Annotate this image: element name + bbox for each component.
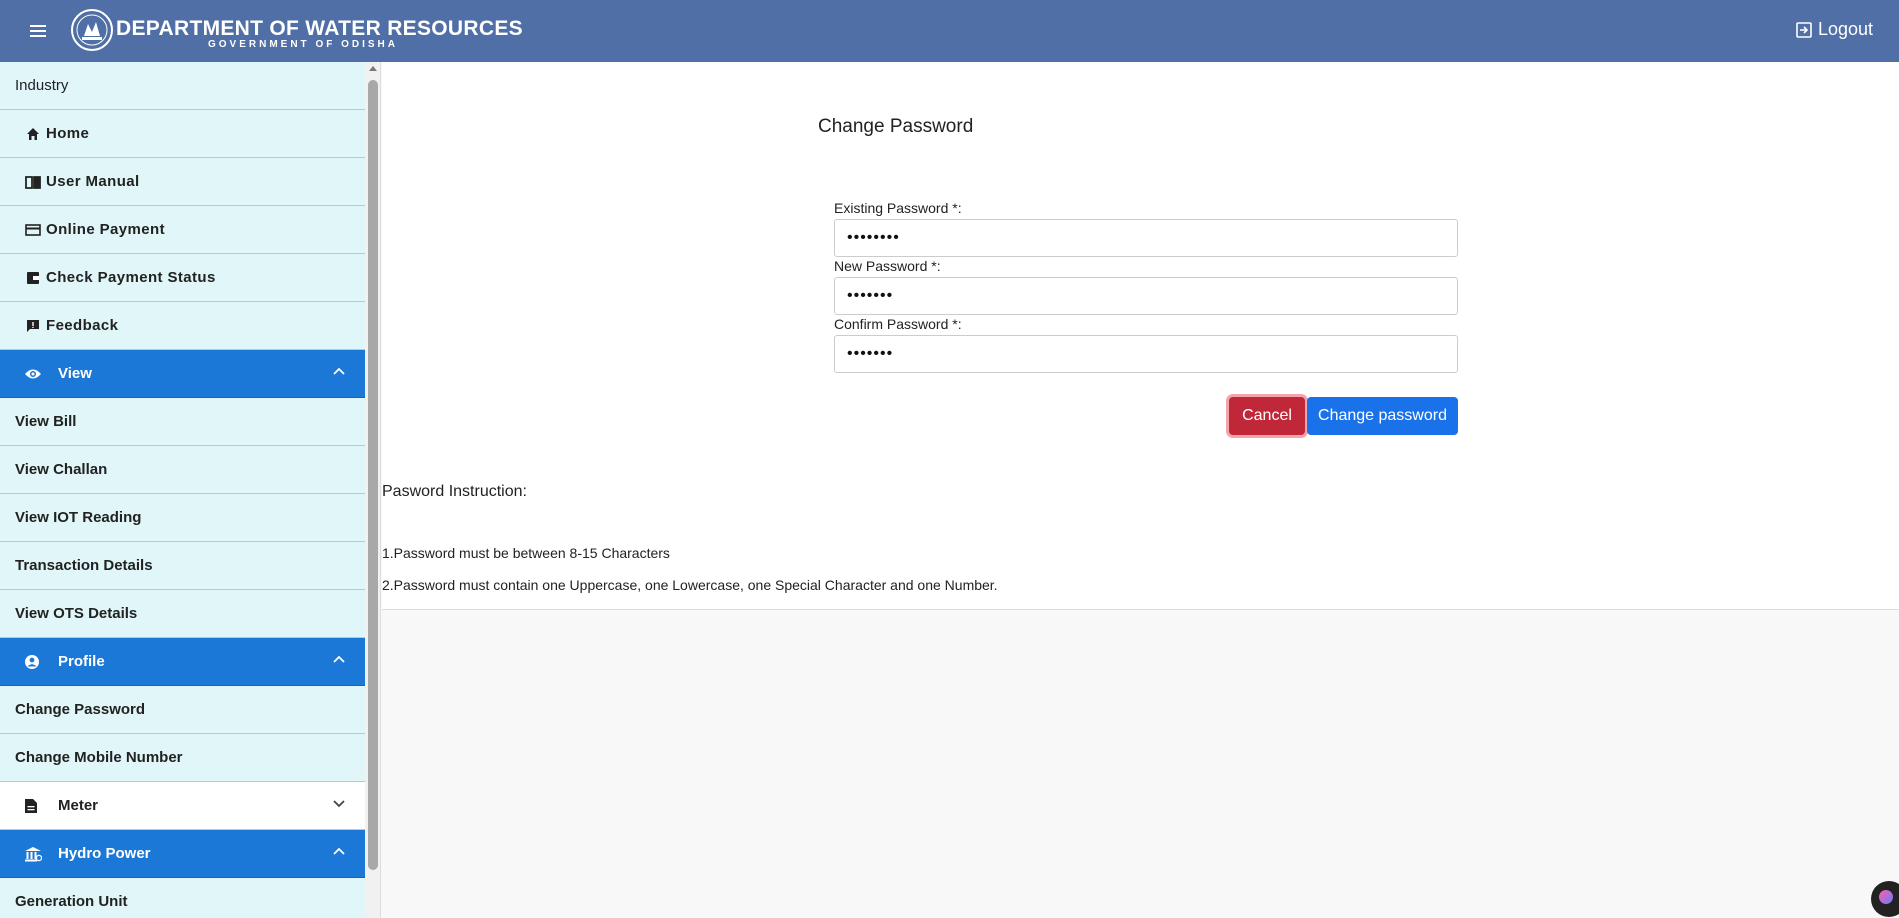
existing-password-label: Existing Password *: — [834, 200, 962, 216]
sidebar-item-generation-unit[interactable]: Generation Unit — [0, 878, 365, 918]
sidebar-item-view-bill[interactable]: View Bill — [0, 398, 365, 446]
sidebar-item-label: Industry — [15, 77, 69, 94]
logout-button[interactable]: Logout — [1796, 19, 1873, 40]
sidebar-item-label: User Manual — [46, 173, 140, 190]
bank-icon — [24, 845, 42, 863]
sidebar-item-view-iot-reading[interactable]: View IOT Reading — [0, 494, 365, 542]
sidebar-item-user-manual[interactable]: User Manual — [0, 158, 365, 206]
chevron-up-icon — [333, 847, 345, 855]
sidebar-item-industry[interactable]: Industry — [0, 62, 365, 110]
sidebar-item-view-ots-details[interactable]: View OTS Details — [0, 590, 365, 638]
page-title: Change Password — [818, 116, 974, 137]
logout-label: Logout — [1817, 19, 1873, 39]
sidebar-item-view-challan[interactable]: View Challan — [0, 446, 365, 494]
confirm-password-label: Confirm Password *: — [834, 316, 962, 332]
book-icon — [24, 173, 42, 191]
change-password-button[interactable]: Change password — [1307, 397, 1458, 435]
sidebar-group-label: View — [58, 365, 92, 382]
document-icon — [24, 797, 42, 815]
scroll-thumb[interactable] — [368, 80, 378, 870]
confirm-password-input[interactable] — [834, 335, 1458, 373]
sidebar-group-hydro-power[interactable]: Hydro Power — [0, 830, 365, 878]
eye-icon — [24, 365, 42, 383]
existing-password-input[interactable] — [834, 219, 1458, 257]
top-header: DEPARTMENT OF WATER RESOURCES GOVERNMENT… — [0, 0, 1899, 62]
sidebar-group-label: Meter — [58, 797, 99, 814]
sidebar-item-label: Online Payment — [46, 221, 165, 238]
sidebar-item-label: Transaction Details — [15, 557, 153, 574]
sidebar-item-label: Change Password — [15, 701, 146, 718]
sidebar-item-label: Feedback — [46, 317, 119, 334]
assistant-icon — [1879, 890, 1893, 904]
instruction-line: 2.Password must contain one Uppercase, o… — [382, 577, 998, 593]
sidebar-item-check-payment-status[interactable]: Check Payment Status — [0, 254, 365, 302]
sidebar-group-view[interactable]: View — [0, 350, 365, 398]
sidebar-item-label: View IOT Reading — [15, 509, 142, 526]
sidebar-scrollbar[interactable] — [365, 62, 381, 918]
sidebar-item-transaction-details[interactable]: Transaction Details — [0, 542, 365, 590]
sidebar-item-change-mobile-number[interactable]: Change Mobile Number — [0, 734, 365, 782]
sidebar-item-label: Change Mobile Number — [15, 749, 183, 766]
sidebar-item-home[interactable]: Home — [0, 110, 365, 158]
sidebar-item-label: View Challan — [15, 461, 108, 478]
instruction-title: Pasword Instruction: — [382, 483, 527, 500]
chevron-down-icon — [333, 800, 345, 808]
home-icon — [24, 125, 42, 143]
sidebar-item-feedback[interactable]: Feedback — [0, 302, 365, 350]
chevron-up-icon — [333, 655, 345, 663]
hamburger-menu-icon[interactable] — [30, 25, 46, 37]
new-password-label: New Password *: — [834, 258, 941, 274]
sidebar-group-profile[interactable]: Profile — [0, 638, 365, 686]
sidebar-item-change-password[interactable]: Change Password — [0, 686, 365, 734]
feedback-icon — [24, 317, 42, 335]
cancel-button[interactable]: Cancel — [1229, 397, 1305, 435]
sidebar-group-label: Hydro Power — [58, 845, 151, 862]
chevron-up-icon — [333, 367, 345, 375]
instruction-line: 1.Password must be between 8-15 Characte… — [382, 545, 670, 561]
odisha-emblem-logo — [71, 9, 113, 51]
sidebar: Industry Home User Manual Online Payment… — [0, 62, 365, 918]
user-circle-icon — [24, 653, 42, 671]
sidebar-item-label: Home — [46, 125, 90, 142]
credit-card-icon — [24, 221, 42, 239]
sidebar-item-label: View OTS Details — [15, 605, 138, 622]
new-password-input[interactable] — [834, 277, 1458, 315]
sidebar-item-label: Check Payment Status — [46, 269, 216, 286]
scroll-up-arrow-icon[interactable] — [369, 66, 377, 71]
sidebar-item-label: Generation Unit — [15, 893, 128, 910]
sidebar-item-online-payment[interactable]: Online Payment — [0, 206, 365, 254]
sidebar-item-label: View Bill — [15, 413, 77, 430]
brand-subtitle: GOVERNMENT OF ODISHA — [208, 39, 399, 50]
logout-icon — [1796, 21, 1812, 38]
sidebar-group-meter[interactable]: Meter — [0, 782, 365, 830]
sidebar-group-label: Profile — [58, 653, 105, 670]
floating-assistant-button[interactable] — [1871, 881, 1899, 917]
wallet-icon — [24, 269, 42, 287]
brand-title: DEPARTMENT OF WATER RESOURCES — [116, 17, 523, 40]
